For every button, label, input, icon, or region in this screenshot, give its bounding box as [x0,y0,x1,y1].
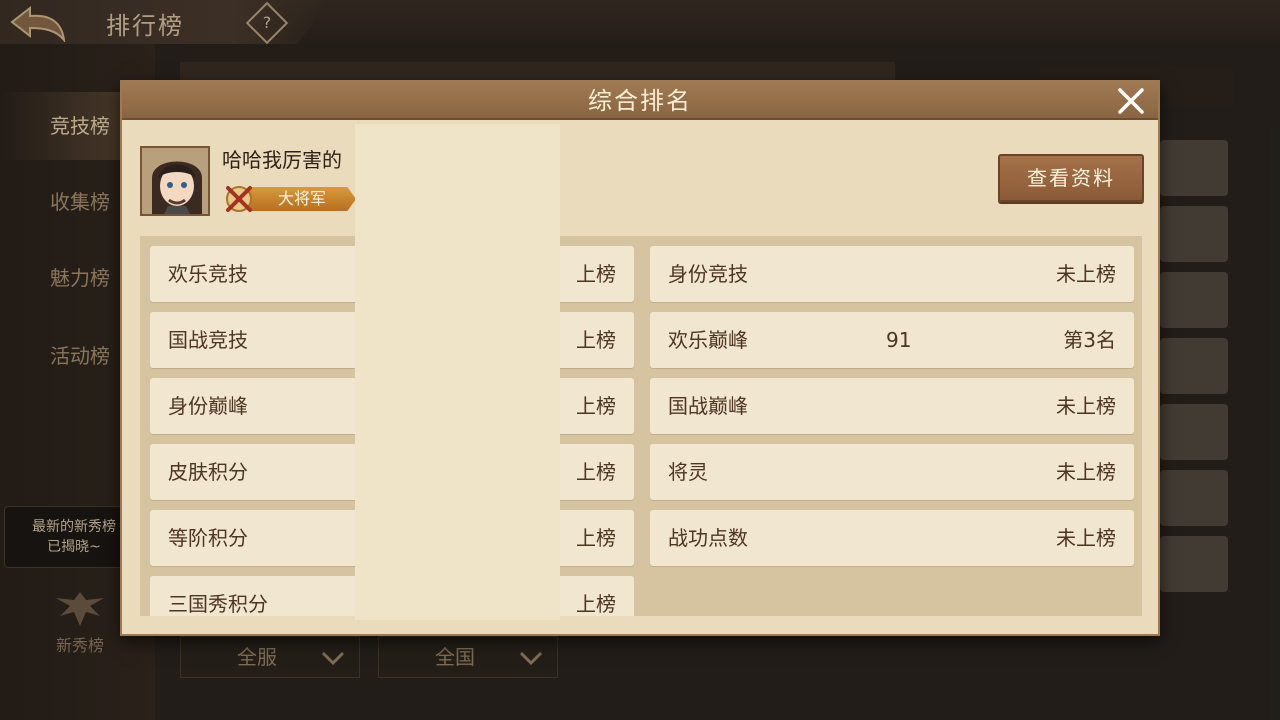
ranking-row: 身份竞技 未上榜 [650,246,1134,302]
rank-title-badge: 大将军 [222,184,358,214]
ranking-status: 未上榜 [1056,460,1116,484]
ranking-status: 未上榜 [1056,394,1116,418]
ranking-status: 上榜 [576,592,616,616]
ranking-label: 欢乐竞技 [168,262,248,286]
overall-ranking-dialog: 综合排名 哈哈我厉害的 大将军 查看资料 欢乐竞技 上榜 国战竞技 上榜 身份巅… [120,80,1160,636]
ranking-status: 上榜 [576,262,616,286]
avatar[interactable] [140,146,210,216]
ranking-status: 上榜 [576,526,616,550]
ranking-row: 将灵 未上榜 [650,444,1134,500]
ranking-row: 国战巅峰 未上榜 [650,378,1134,434]
crossed-swords-icon [226,186,252,212]
ranking-label: 国战竞技 [168,328,248,352]
ranking-list: 欢乐竞技 上榜 国战竞技 上榜 身份巅峰 上榜 皮肤积分 上榜 等阶积分 上榜 … [140,236,1142,616]
avatar-portrait-icon [142,148,208,214]
ranking-status: 上榜 [576,328,616,352]
ranking-status: 未上榜 [1056,262,1116,286]
ranking-label: 身份竞技 [668,262,748,286]
close-icon [1118,88,1144,114]
ranking-row: 欢乐巅峰 91 第3名 [650,312,1134,368]
ranking-label: 将灵 [668,460,708,484]
ranking-label: 国战巅峰 [668,394,748,418]
ranking-label: 身份巅峰 [168,394,248,418]
view-profile-button[interactable]: 查看资料 [998,154,1144,202]
dialog-title: 综合排名 [588,87,692,115]
ranking-row: 战功点数 未上榜 [650,510,1134,566]
ranking-label: 皮肤积分 [168,460,248,484]
ranking-status: 未上榜 [1056,526,1116,550]
ranking-status: 第3名 [1063,328,1116,352]
dialog-header: 综合排名 [122,82,1158,120]
player-name: 哈哈我厉害的 [222,148,342,172]
ranking-label: 等阶积分 [168,526,248,550]
close-button[interactable] [1116,86,1146,116]
rank-title-label: 大将军 [248,187,356,211]
ranking-label: 三国秀积分 [168,592,268,616]
occluding-overlay [355,124,560,620]
ranking-status: 上榜 [576,460,616,484]
ranking-label: 欢乐巅峰 [668,328,748,352]
ranking-label: 战功点数 [668,526,748,550]
ranking-status: 上榜 [576,394,616,418]
ranking-score: 91 [886,328,912,352]
